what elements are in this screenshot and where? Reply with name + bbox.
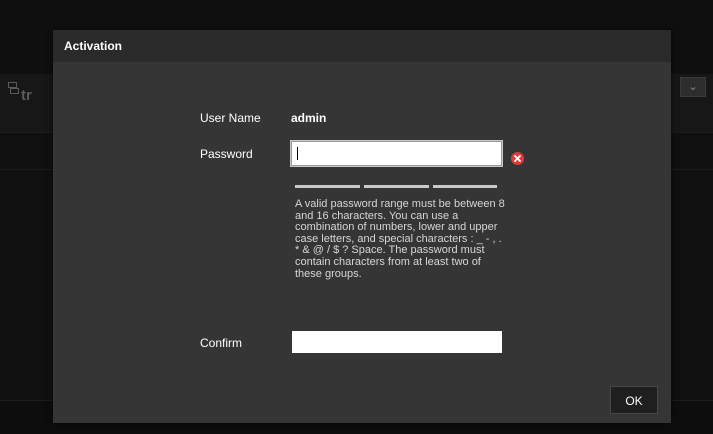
user-name-value: admin — [291, 111, 327, 125]
text-caret — [297, 147, 298, 160]
background-dropdown[interactable]: ⌄ — [680, 77, 706, 97]
activation-dialog: Activation User Name admin Password A va… — [53, 30, 671, 423]
password-label: Password — [200, 147, 253, 161]
chevron-down-icon: ⌄ — [688, 81, 698, 93]
user-name-label: User Name — [200, 111, 261, 125]
password-field[interactable] — [290, 140, 503, 167]
app-logo-text: tr — [21, 87, 32, 104]
ok-button[interactable]: OK — [610, 386, 658, 414]
password-strength-bar-weak — [295, 185, 360, 188]
password-strength-bar-medium — [364, 185, 429, 188]
dialog-titlebar: Activation — [53, 30, 671, 62]
confirm-password-field[interactable] — [292, 331, 502, 353]
dialog-title: Activation — [64, 39, 123, 53]
password-hint: A valid password range must be between 8… — [295, 198, 505, 280]
app-logo-icon — [8, 82, 19, 94]
error-x-icon — [511, 152, 524, 165]
confirm-label: Confirm — [200, 336, 243, 350]
password-strength-bar-strong — [433, 185, 497, 188]
